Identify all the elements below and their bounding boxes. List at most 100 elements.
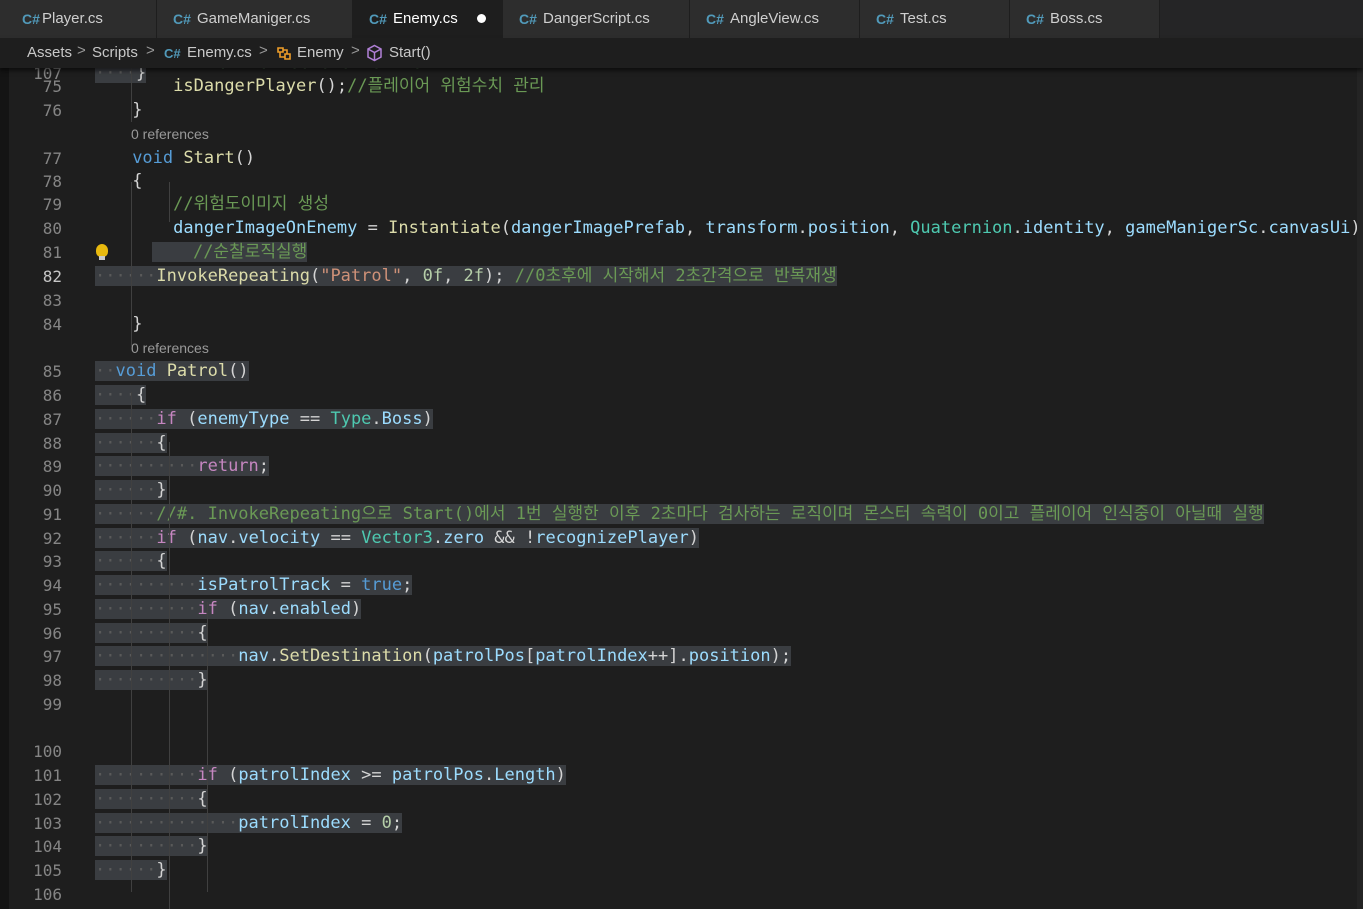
tab-dangerscript-cs[interactable]: C# DangerScript.cs <box>503 0 690 38</box>
breadcrumb-scripts[interactable]: Scripts <box>92 44 138 61</box>
code-line[interactable]: isDangerPlayer();//플레이어 위험수치 관리 <box>132 75 544 98</box>
code-line[interactable]: ······if (nav.velocity == Vector3.zero &… <box>95 527 700 550</box>
line-number: 79 <box>42 195 62 214</box>
code-line[interactable]: //순찰로직실행 <box>152 241 308 264</box>
code-line[interactable]: { <box>132 170 142 193</box>
tab-gamemaniger-cs[interactable]: C# GameManiger.cs <box>157 0 353 38</box>
tab-label: GameManiger.cs <box>197 10 311 27</box>
line-number: 87 <box>42 410 62 429</box>
code-line[interactable]: //위험도이미지 생성 <box>132 193 329 216</box>
csharp-file-icon: C# <box>1026 11 1044 27</box>
line-number: 93 <box>42 552 62 571</box>
tab-label: Enemy.cs <box>393 10 458 27</box>
line-number: 96 <box>42 624 62 643</box>
csharp-file-icon: C# <box>369 11 387 27</box>
csharp-file-icon: C# <box>164 46 181 61</box>
line-number: 101 <box>33 766 62 785</box>
line-number: 84 <box>42 315 62 334</box>
code-line[interactable]: ······//#. InvokeRepeating으로 Start()에서 1… <box>95 503 1264 526</box>
tab-label: DangerScript.cs <box>543 10 650 27</box>
code-line[interactable]: dangerImageOnEnemy = Instantiate(dangerI… <box>132 217 1363 240</box>
tab-label: Player.cs <box>42 10 103 27</box>
line-number: 102 <box>33 790 62 809</box>
tab-angleview-cs[interactable]: C# AngleView.cs <box>690 0 860 38</box>
line-number: 77 <box>42 149 62 168</box>
editor-tab-bar: C# Player.cs C# GameManiger.cs C# Enemy.… <box>0 0 1363 38</box>
tab-enemy-cs[interactable]: C# Enemy.cs <box>353 0 503 38</box>
line-number: 82 <box>42 267 62 286</box>
vertical-scrollbar[interactable] <box>1357 62 1363 909</box>
csharp-file-icon: C# <box>22 11 40 27</box>
breadcrumb-separator: > <box>146 42 155 59</box>
code-line[interactable]: ······if (enemyType == Type.Boss) <box>95 408 433 431</box>
indent-guide <box>169 442 170 909</box>
codelens-references[interactable]: 0 references <box>131 338 209 358</box>
code-line[interactable]: ··········return; <box>95 455 270 478</box>
indent-guide <box>131 62 132 122</box>
line-number: 105 <box>33 861 62 880</box>
csharp-file-icon: C# <box>876 11 894 27</box>
indent-guide <box>169 182 170 222</box>
code-line[interactable]: ··········{ <box>95 788 208 811</box>
line-number: 98 <box>42 671 62 690</box>
line-number: 90 <box>42 481 62 500</box>
csharp-file-icon: C# <box>519 11 537 27</box>
code-editor[interactable]: · · · ·· · · · · 0 references 0 referenc… <box>0 62 1363 909</box>
code-line[interactable]: ··········} <box>95 835 208 858</box>
line-number: 104 <box>33 837 62 856</box>
line-number: 85 <box>42 362 62 381</box>
line-number: 78 <box>42 172 62 191</box>
line-number: 95 <box>42 600 62 619</box>
line-number: 76 <box>42 101 62 120</box>
code-line[interactable]: ··········if (nav.enabled) <box>95 598 362 621</box>
line-number: 83 <box>42 291 62 310</box>
breadcrumb-assets[interactable]: Assets <box>27 44 72 61</box>
line-number: 94 <box>42 576 62 595</box>
code-line[interactable]: } <box>132 99 142 122</box>
line-number: 88 <box>42 434 62 453</box>
class-icon <box>277 47 291 60</box>
method-cube-icon <box>367 44 382 62</box>
code-line[interactable]: ··············patrolIndex = 0; <box>95 812 403 835</box>
code-line[interactable]: void Start() <box>132 147 255 170</box>
breadcrumb-start-method[interactable]: Start() <box>389 44 431 61</box>
tab-label: Boss.cs <box>1050 10 1103 27</box>
indent-guide <box>131 392 132 892</box>
code-line[interactable]: ··········if (patrolIndex >= patrolPos.L… <box>95 764 566 787</box>
breadcrumb-enemy-class[interactable]: Enemy <box>297 44 344 61</box>
line-number: 100 <box>33 742 62 761</box>
breadcrumb-separator: > <box>351 42 360 59</box>
indent-guide <box>207 602 208 892</box>
lightbulb-icon[interactable] <box>96 244 108 260</box>
code-line[interactable]: ··void Patrol() <box>95 360 249 383</box>
indent-guide <box>131 697 132 727</box>
tab-player-cs[interactable]: C# Player.cs <box>0 0 157 38</box>
tab-boss-cs[interactable]: C# Boss.cs <box>1010 0 1160 38</box>
code-line[interactable]: } <box>132 313 142 336</box>
line-number: 86 <box>42 386 62 405</box>
line-number: 89 <box>42 457 62 476</box>
code-line[interactable]: ··············nav.SetDestination(patrolP… <box>95 645 792 668</box>
breadcrumb-separator: > <box>77 42 86 59</box>
tab-label: AngleView.cs <box>730 10 819 27</box>
breadcrumb: Assets > Scripts > C# Enemy.cs > Enemy >… <box>0 38 1363 68</box>
unsaved-dot-icon[interactable] <box>477 14 486 23</box>
line-number: 81 <box>42 243 62 262</box>
code-line[interactable]: ··········isPatrolTrack = true; <box>95 574 413 597</box>
codelens-references[interactable]: 0 references <box>131 124 209 144</box>
code-line[interactable]: ······InvokeRepeating("Patrol", 0f, 2f);… <box>95 265 837 288</box>
line-number: 106 <box>33 885 62 904</box>
line-number: 80 <box>42 219 62 238</box>
code-line[interactable]: ····{ <box>95 384 147 407</box>
csharp-file-icon: C# <box>706 11 724 27</box>
line-number: 92 <box>42 529 62 548</box>
code-line[interactable]: ··········{ <box>95 622 208 645</box>
line-number: 97 <box>42 647 62 666</box>
line-number: 99 <box>42 695 62 714</box>
breadcrumb-enemy-cs[interactable]: Enemy.cs <box>187 44 252 61</box>
indent-guide <box>169 697 170 727</box>
tab-test-cs[interactable]: C# Test.cs <box>860 0 1010 38</box>
gutter-margin <box>0 62 9 909</box>
code-line[interactable]: ··········} <box>95 669 208 692</box>
breadcrumb-separator: > <box>259 42 268 59</box>
